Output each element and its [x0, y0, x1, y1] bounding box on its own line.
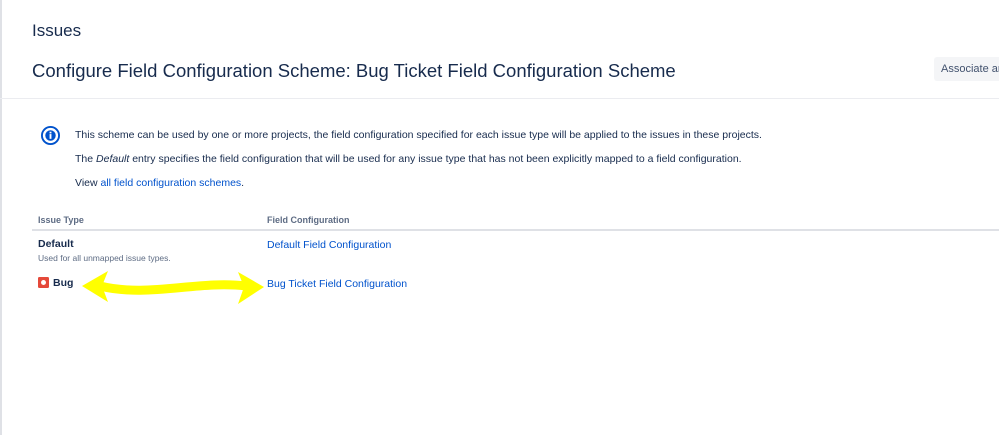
- view-all-prefix: View: [75, 177, 101, 189]
- info-description: This scheme can be used by one or more p…: [75, 129, 762, 141]
- issue-type-default-description: Used for all unmapped issue types.: [38, 253, 171, 263]
- bug-icon: [38, 277, 49, 288]
- section-title: Issues: [32, 21, 82, 40]
- table-header-divider: [32, 229, 999, 231]
- column-header-field-configuration: Field Configuration: [267, 215, 350, 225]
- associate-button[interactable]: Associate an: [934, 57, 999, 81]
- info-default-after: entry specifies the field configuration …: [129, 153, 742, 165]
- issue-type-default: Default: [38, 238, 74, 250]
- divider: [0, 98, 999, 99]
- info-icon: [41, 126, 60, 145]
- left-border: [0, 0, 2, 435]
- info-default-before: The: [75, 153, 97, 165]
- double-arrow-annotation: [82, 271, 264, 304]
- bug-field-configuration-link[interactable]: Bug Ticket Field Configuration: [267, 278, 407, 290]
- issue-type-bug: Bug: [53, 277, 74, 289]
- default-field-configuration-link[interactable]: Default Field Configuration: [267, 239, 391, 251]
- all-schemes-link[interactable]: all field configuration schemes: [101, 177, 242, 189]
- info-default-note: The Default entry specifies the field co…: [75, 153, 742, 165]
- view-all-suffix: .: [241, 177, 245, 189]
- column-header-issue-type: Issue Type: [38, 215, 84, 225]
- info-default-em: Default: [96, 153, 130, 165]
- info-view-all: View all field configuration schemes.: [75, 177, 244, 189]
- page-title: Configure Field Configuration Scheme: Bu…: [32, 60, 676, 81]
